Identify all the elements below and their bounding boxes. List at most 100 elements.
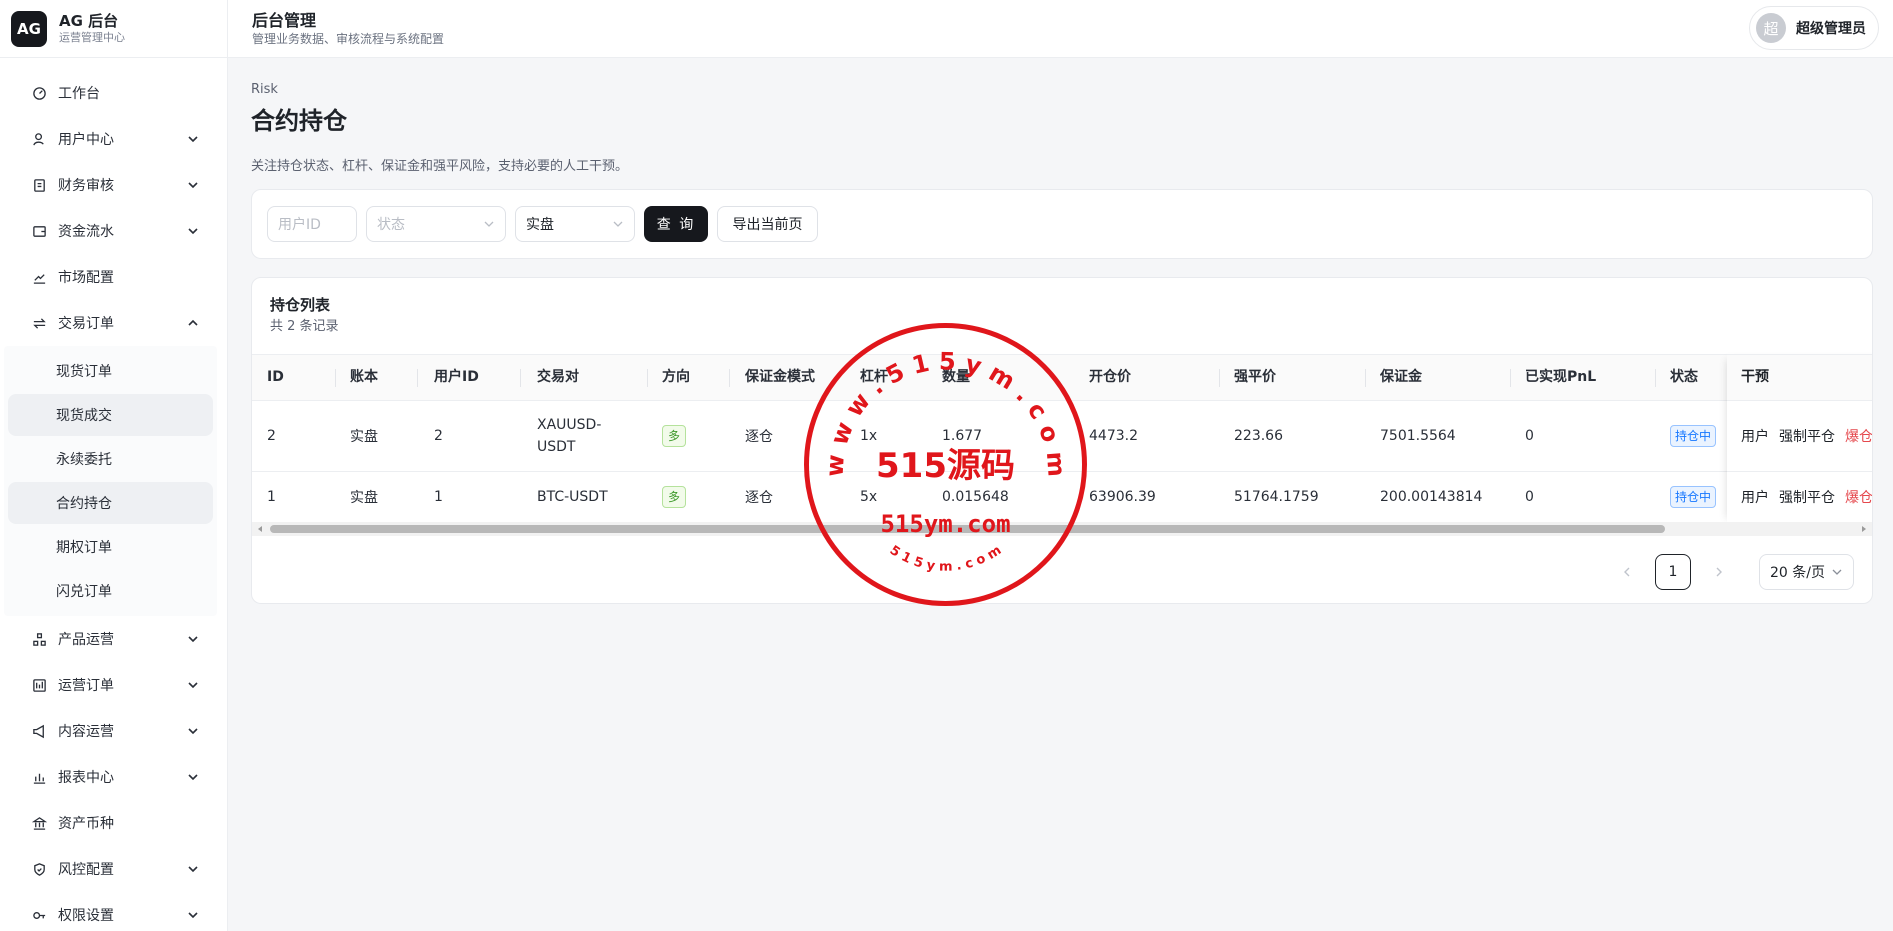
trade-orders-submenu: 现货订单 现货成交 永续委托 合约持仓 期权订单 闪兑订单	[4, 346, 217, 616]
prev-page-button[interactable]	[1611, 556, 1643, 588]
table-header: ID 账本 用户ID 交易对 方向 保证金模式 杠杆 数量 开仓价 强平价 保证…	[252, 354, 1872, 401]
header-title: 后台管理	[252, 10, 317, 30]
positions-card: 持仓列表 共 2 条记录 ID 账本 用户ID 交易对 方向 保证金模式 杠杆 …	[251, 277, 1873, 604]
breadcrumb: Risk	[251, 82, 278, 97]
sidebar-item-dashboard[interactable]: 工作台	[0, 70, 227, 116]
page-number[interactable]: 1	[1655, 554, 1691, 590]
cell-pnl: 0	[1525, 489, 1534, 505]
scrollbar-thumb[interactable]	[270, 525, 1665, 533]
megaphone-icon	[30, 722, 48, 740]
filter-bar: 用户ID 状态 实盘 查 询 导出当前页	[251, 189, 1873, 259]
scroll-right-icon[interactable]	[1860, 525, 1868, 533]
sidebar-item-market-config[interactable]: 市场配置	[0, 254, 227, 300]
user-action-link[interactable]: 用户	[1741, 487, 1769, 507]
chevron-down-icon	[188, 636, 198, 643]
force-close-link[interactable]: 强制平仓	[1779, 487, 1835, 507]
cell-pair-line2: USDT	[537, 439, 576, 455]
positions-table: ID 账本 用户ID 交易对 方向 保证金模式 杠杆 数量 开仓价 强平价 保证…	[252, 354, 1872, 523]
account-select-value: 实盘	[526, 217, 554, 233]
user-action-link[interactable]: 用户	[1741, 426, 1769, 446]
column-header: 保证金	[1380, 369, 1422, 385]
bank-icon	[30, 814, 48, 832]
sidebar-item-label: 工作台	[58, 86, 100, 102]
chevron-down-icon	[188, 136, 198, 143]
avatar: 超	[1756, 13, 1786, 43]
sidebar-subitem-flash-swap-orders[interactable]: 闪兑订单	[8, 570, 213, 612]
table-row[interactable]: 2 实盘 2 XAUUSD- USDT 多 逐仓 1x 1.677 4473.2…	[252, 401, 1872, 472]
sidebar-item-permissions[interactable]: 权限设置	[0, 892, 227, 931]
sidebar-item-label: 权限设置	[58, 908, 114, 924]
audit-icon	[30, 176, 48, 194]
row-actions: 用户 强制平仓 爆仓	[1727, 472, 1872, 523]
chevron-down-icon	[1832, 569, 1842, 575]
user-id-input[interactable]: 用户ID	[267, 206, 357, 242]
cell-user-id: 2	[434, 428, 443, 444]
sidebar-item-trade-orders[interactable]: 交易订单	[0, 300, 227, 346]
brand-title: AG 后台	[59, 11, 119, 30]
column-header: 干预	[1727, 354, 1872, 401]
cell-quantity: 0.015648	[942, 489, 1009, 505]
cell-margin: 200.00143814	[1380, 489, 1483, 505]
chevron-down-icon	[188, 866, 198, 873]
sidebar-item-label: 报表中心	[58, 770, 114, 786]
sidebar-item-label: 财务审核	[58, 178, 114, 194]
cell-id: 2	[267, 428, 276, 444]
sidebar-item-risk-config[interactable]: 风控配置	[0, 846, 227, 892]
export-button[interactable]: 导出当前页	[717, 206, 818, 242]
sidebar-item-label: 用户中心	[58, 132, 114, 148]
account-select[interactable]: 实盘	[515, 206, 635, 242]
sidebar-item-users[interactable]: 用户中心	[0, 116, 227, 162]
table-row[interactable]: 1 实盘 1 BTC-USDT 多 逐仓 5x 0.015648 63906.3…	[252, 472, 1872, 523]
user-icon	[30, 130, 48, 148]
sidebar-item-label: 资产币种	[58, 816, 114, 832]
sidebar-item-ops-orders[interactable]: 运营订单	[0, 662, 227, 708]
page-size-value: 20 条/页	[1770, 565, 1825, 581]
sidebar-subitem-option-orders[interactable]: 期权订单	[8, 526, 213, 568]
sidebar-item-label: 资金流水	[58, 224, 114, 240]
sidebar-item-label: 风控配置	[58, 862, 114, 878]
side-tag: 多	[662, 486, 687, 508]
sidebar-subitem-perp-orders[interactable]: 永续委托	[8, 438, 213, 480]
sidebar-item-assets[interactable]: 资产币种	[0, 800, 227, 846]
cell-user-id: 1	[434, 489, 443, 505]
cell-leverage: 5x	[860, 489, 878, 505]
cell-liq-price: 51764.1759	[1234, 489, 1319, 505]
column-header: 状态	[1670, 369, 1698, 385]
force-close-link[interactable]: 强制平仓	[1779, 426, 1835, 446]
sidebar-item-reports[interactable]: 报表中心	[0, 754, 227, 800]
user-name: 超级管理员	[1796, 21, 1866, 37]
cluster-icon	[30, 630, 48, 648]
horizontal-scrollbar[interactable]	[252, 522, 1872, 536]
page-size-select[interactable]: 20 条/页	[1759, 554, 1854, 590]
status-tag: 持仓中	[1670, 486, 1717, 508]
scroll-left-icon[interactable]	[256, 525, 264, 533]
cell-status: 持仓中	[1670, 401, 1717, 471]
cell-ledger: 实盘	[350, 429, 378, 445]
sidebar-item-fund-flow[interactable]: 资金流水	[0, 208, 227, 254]
cell-status: 持仓中	[1670, 472, 1717, 522]
cell-margin-mode: 逐仓	[745, 429, 773, 445]
chevron-down-icon	[188, 774, 198, 781]
user-menu[interactable]: 超 超级管理员	[1749, 6, 1879, 50]
liquidate-link[interactable]: 爆仓	[1845, 426, 1872, 446]
cell-liq-price: 223.66	[1234, 428, 1283, 444]
sidebar-item-product-ops[interactable]: 产品运营	[0, 616, 227, 662]
list-header: 持仓列表 共 2 条记录	[252, 278, 1872, 354]
sidebar-item-finance-audit[interactable]: 财务审核	[0, 162, 227, 208]
sidebar-subitem-contract-positions[interactable]: 合约持仓	[8, 482, 213, 524]
query-button[interactable]: 查 询	[644, 206, 708, 242]
sidebar-subitem-spot-trades[interactable]: 现货成交	[8, 394, 213, 436]
sidebar-item-content-ops[interactable]: 内容运营	[0, 708, 227, 754]
column-header: 保证金模式	[745, 369, 815, 385]
liquidate-link[interactable]: 爆仓	[1845, 487, 1872, 507]
shield-icon	[30, 860, 48, 878]
orders-icon	[30, 676, 48, 694]
cell-open-price: 4473.2	[1089, 428, 1138, 444]
next-page-button[interactable]	[1703, 556, 1735, 588]
brand-subtitle: 运营管理中心	[59, 30, 125, 44]
dashboard-icon	[30, 84, 48, 102]
record-count: 共 2 条记录	[270, 319, 339, 334]
sidebar-subitem-spot-orders[interactable]: 现货订单	[8, 350, 213, 392]
side-tag: 多	[662, 425, 687, 447]
status-select[interactable]: 状态	[366, 206, 506, 242]
